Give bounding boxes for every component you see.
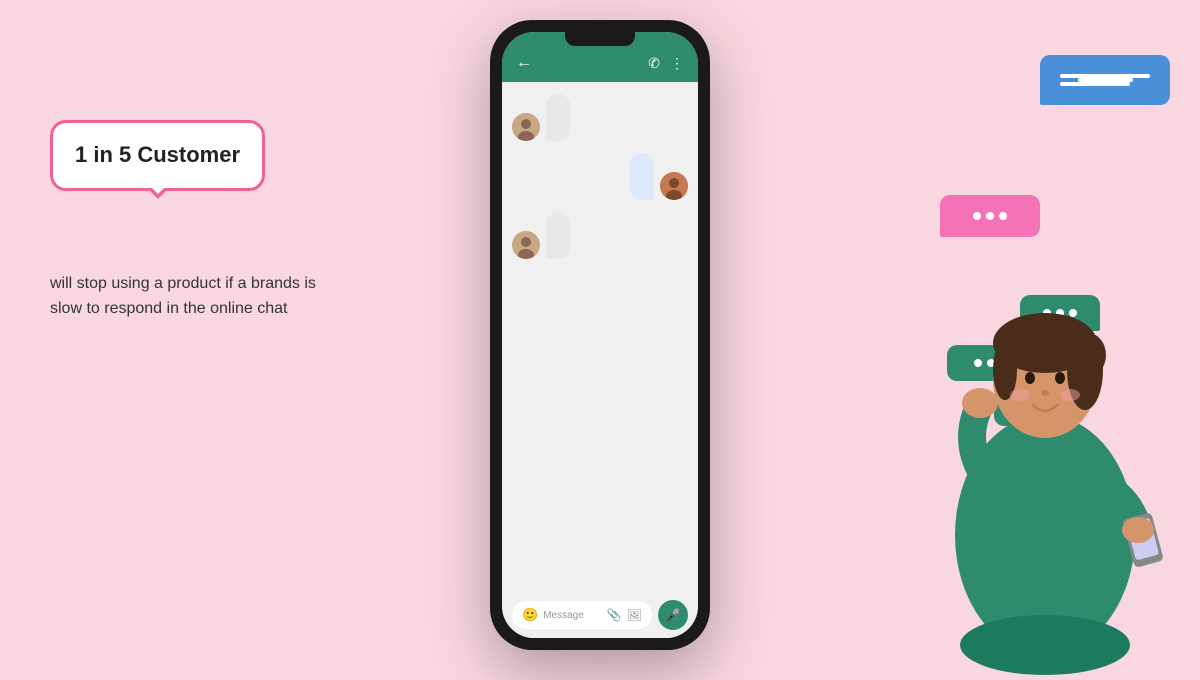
message-bubble-2 <box>630 153 654 200</box>
phone-outer: ← ✆ ⋮ <box>490 20 710 650</box>
stat-bubble: 1 in 5 Customer <box>50 120 265 191</box>
message-placeholder[interactable]: Message <box>543 610 602 621</box>
attach-icon[interactable]: 📎 <box>607 608 622 622</box>
bubble-line <box>1060 82 1130 86</box>
message-bubble-1 <box>546 94 570 141</box>
avatar-1 <box>512 113 540 141</box>
mic-button[interactable]: 🎤 <box>658 600 688 630</box>
chat-area <box>502 82 698 592</box>
input-bar: 🙂 Message 📎 🖼 🎤 <box>502 592 698 638</box>
menu-icon[interactable]: ⋮ <box>670 55 684 72</box>
avatar-2 <box>660 172 688 200</box>
back-arrow[interactable]: ← <box>516 54 532 72</box>
left-section: 1 in 5 Customer will stop using a produc… <box>50 120 330 322</box>
message-row-3 <box>512 212 688 259</box>
deco-bubble-blue <box>1040 55 1170 105</box>
description-content: will stop using a product if a brands is… <box>50 275 316 318</box>
stat-text: 1 in 5 Customer <box>75 141 240 170</box>
emoji-icon[interactable]: 🙂 <box>522 607 538 623</box>
message-input-box[interactable]: 🙂 Message 📎 🖼 <box>512 601 652 629</box>
person-illustration <box>890 195 1200 675</box>
phone-screen: ← ✆ ⋮ <box>502 32 698 638</box>
call-icon[interactable]: ✆ <box>648 55 660 72</box>
image-icon[interactable]: 🖼 <box>627 608 642 622</box>
header-icons: ✆ ⋮ <box>648 55 684 72</box>
bubble-line <box>1060 74 1150 78</box>
message-bubble-3 <box>546 212 570 259</box>
phone-container: ← ✆ ⋮ <box>490 20 710 650</box>
description-text: will stop using a product if a brands is… <box>50 271 330 322</box>
phone-notch <box>565 32 635 46</box>
message-row-2 <box>512 153 688 200</box>
avatar-3 <box>512 231 540 259</box>
message-row-1 <box>512 94 688 141</box>
